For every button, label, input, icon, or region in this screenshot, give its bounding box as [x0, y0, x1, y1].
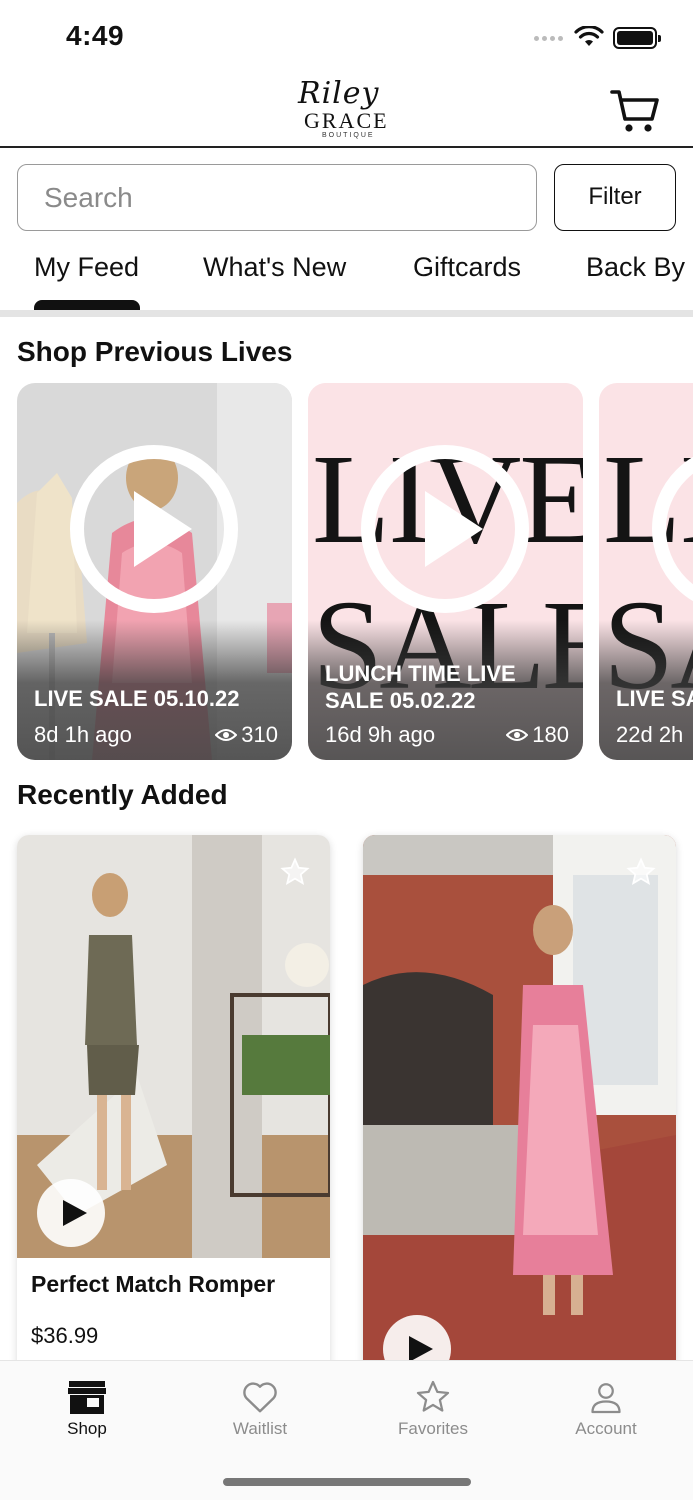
product-card[interactable]: Perfect Match Romper $36.99: [17, 835, 330, 1375]
live-view-count: 310: [241, 722, 278, 747]
cart-icon[interactable]: [610, 88, 660, 134]
favorite-star-icon[interactable]: [280, 857, 310, 887]
tabs-divider: [0, 310, 693, 317]
nav-label: Favorites: [398, 1419, 468, 1438]
wifi-icon: [574, 26, 604, 46]
status-time: 4:49: [66, 20, 125, 51]
nav-account[interactable]: Account: [546, 1379, 666, 1439]
filter-button[interactable]: Filter: [554, 164, 676, 231]
heart-icon: [243, 1382, 277, 1413]
nav-favorites[interactable]: Favorites: [373, 1379, 493, 1439]
play-icon[interactable]: [361, 445, 529, 613]
live-views: 180: [506, 722, 569, 748]
section-title-lives: Shop Previous Lives: [17, 336, 293, 367]
eye-icon: [215, 729, 238, 741]
tab-my-feed[interactable]: My Feed: [34, 252, 139, 283]
live-card[interactable]: LI SA LIVE SA 22d 2h: [599, 383, 693, 760]
battery-icon: [613, 27, 661, 49]
logo-main: GRACE: [304, 108, 389, 133]
person-icon: [591, 1383, 621, 1414]
live-time-ago: 8d 1h ago: [34, 722, 132, 747]
live-time-ago: 16d 9h ago: [325, 722, 436, 747]
brand-logo[interactable]: Riley GRACE BOUTIQUE: [292, 76, 402, 142]
product-price: $36.99: [31, 1323, 99, 1348]
logo-sub: BOUTIQUE: [322, 132, 375, 139]
product-card[interactable]: [363, 835, 676, 1375]
tab-back-by[interactable]: Back By I: [586, 252, 693, 283]
live-time-ago: 22d 2h: [616, 722, 684, 747]
logo-script: Riley: [298, 76, 380, 111]
app-header: Riley GRACE BOUTIQUE: [0, 74, 693, 148]
eye-icon: [506, 729, 529, 741]
nav-label: Waitlist: [232, 1419, 288, 1438]
nav-shop[interactable]: Shop: [27, 1379, 147, 1439]
live-view-count: 180: [532, 722, 569, 747]
tab-whats-new[interactable]: What's New: [203, 252, 346, 283]
nav-label: Shop: [67, 1419, 107, 1438]
nav-label: Account: [575, 1419, 637, 1438]
live-card[interactable]: LIVE SALE 05.10.22 8d 1h ago 310: [17, 383, 292, 760]
search-input[interactable]: [17, 164, 537, 231]
live-card[interactable]: LIVE SALE LUNCH TIME LIVE SALE 05.02.22 …: [308, 383, 583, 760]
play-icon[interactable]: [70, 445, 238, 613]
storefront-icon: [68, 1381, 106, 1414]
nav-waitlist[interactable]: Waitlist: [200, 1379, 320, 1439]
tab-giftcards[interactable]: Giftcards: [413, 252, 521, 283]
favorite-star-icon[interactable]: [626, 857, 656, 887]
live-title: LIVE SALE 05.10.22: [34, 686, 240, 711]
product-name: Perfect Match Romper: [31, 1271, 276, 1297]
category-tabs: My Feed What's New Giftcards Back By I: [0, 240, 693, 312]
live-title: LUNCH TIME LIVE SALE 05.02.22: [325, 661, 516, 713]
home-indicator[interactable]: [223, 1478, 471, 1486]
cellular-signal-icon: [534, 36, 563, 41]
live-views: 310: [215, 722, 278, 748]
product-image: [363, 835, 676, 1375]
section-title-recent: Recently Added: [17, 779, 228, 810]
star-icon: [416, 1380, 450, 1412]
video-play-icon[interactable]: [37, 1179, 105, 1247]
status-bar: 4:49: [0, 0, 693, 74]
live-title: LIVE SA: [616, 686, 693, 711]
